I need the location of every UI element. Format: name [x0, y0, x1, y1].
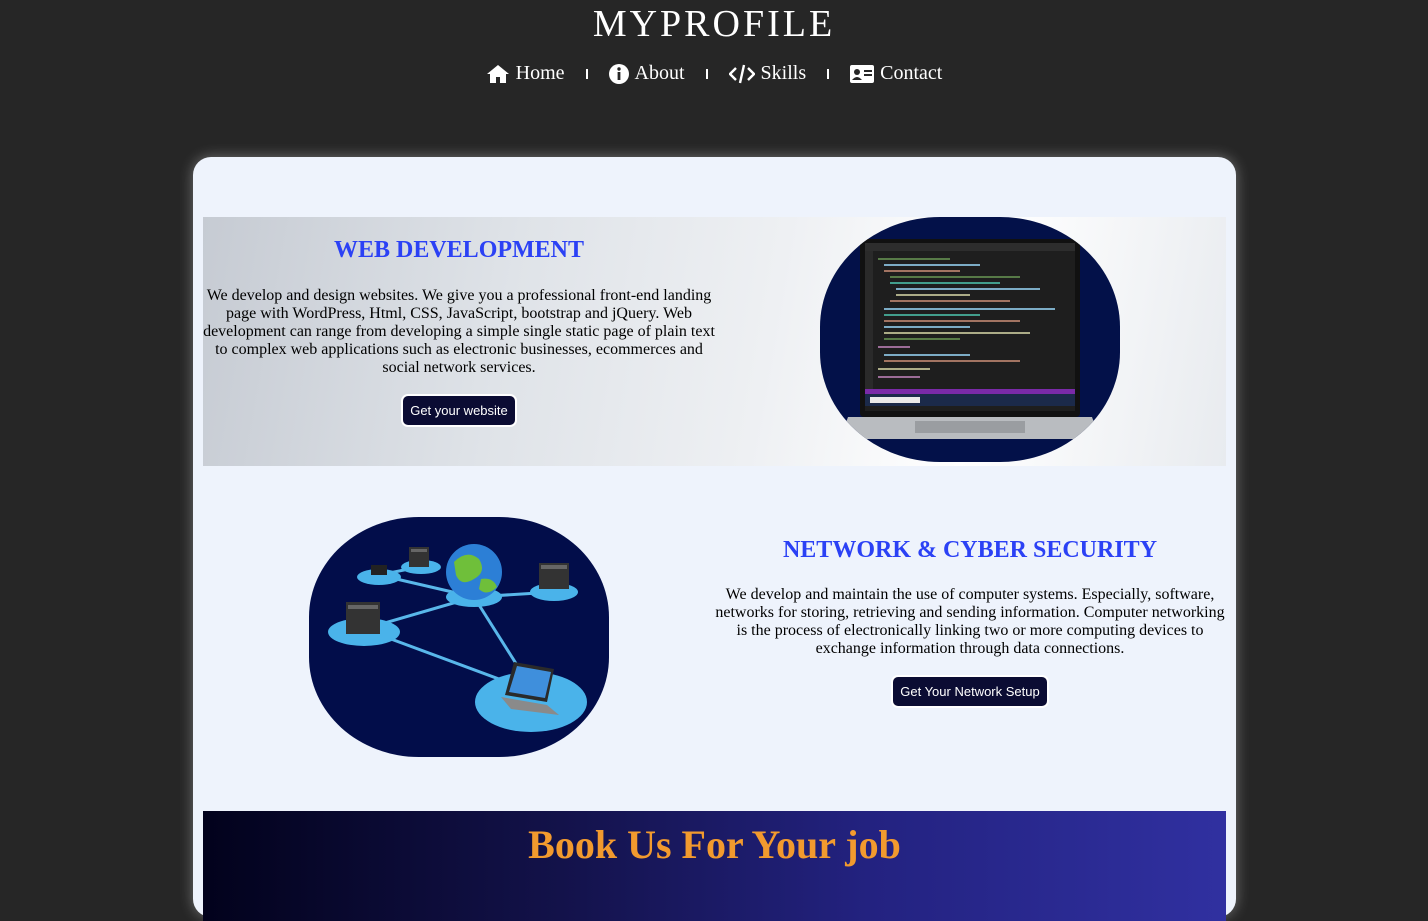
- nav-divider: [705, 68, 708, 79]
- main-nav: Home About Skills Contact: [0, 62, 1428, 85]
- nav-divider: [827, 68, 830, 79]
- network-description: We develop and maintain the use of compu…: [715, 586, 1225, 657]
- services-card: WEB DEVELOPMENT We develop and design we…: [193, 157, 1236, 921]
- nav-skills[interactable]: Skills: [728, 62, 807, 85]
- nav-skills-label: Skills: [760, 62, 807, 84]
- network-text-block: NETWORK & CYBER SECURITY We develop and …: [714, 537, 1226, 708]
- laptop-code-image: [820, 217, 1120, 462]
- nav-about-label: About: [634, 62, 685, 84]
- web-development-title: WEB DEVELOPMENT: [333, 237, 585, 263]
- network-diagram-image: [309, 517, 609, 757]
- site-title: MYPROFILE: [592, 3, 836, 45]
- get-website-button[interactable]: Get your website: [401, 394, 517, 427]
- get-network-setup-button[interactable]: Get Your Network Setup: [891, 675, 1049, 708]
- nav-home[interactable]: Home: [486, 62, 565, 85]
- home-icon: [486, 64, 510, 84]
- network-title: NETWORK & CYBER SECURITY: [782, 537, 1158, 563]
- nav-divider: [585, 68, 588, 79]
- nav-contact[interactable]: Contact: [850, 62, 942, 85]
- network-security-section: NETWORK & CYBER SECURITY We develop and …: [203, 517, 1226, 757]
- book-us-banner: Book Us For Your job: [203, 811, 1226, 921]
- nav-about[interactable]: About: [608, 62, 685, 85]
- nav-contact-label: Contact: [880, 62, 943, 84]
- contact-card-icon: [850, 64, 875, 83]
- book-us-title: Book Us For Your job: [528, 822, 901, 867]
- web-development-description: We develop and design websites. We give …: [203, 287, 715, 376]
- nav-home-label: Home: [515, 62, 565, 84]
- web-development-text-block: WEB DEVELOPMENT We develop and design we…: [203, 237, 715, 427]
- info-icon: [608, 63, 629, 84]
- web-development-section: WEB DEVELOPMENT We develop and design we…: [203, 217, 1226, 466]
- code-icon: [728, 64, 755, 84]
